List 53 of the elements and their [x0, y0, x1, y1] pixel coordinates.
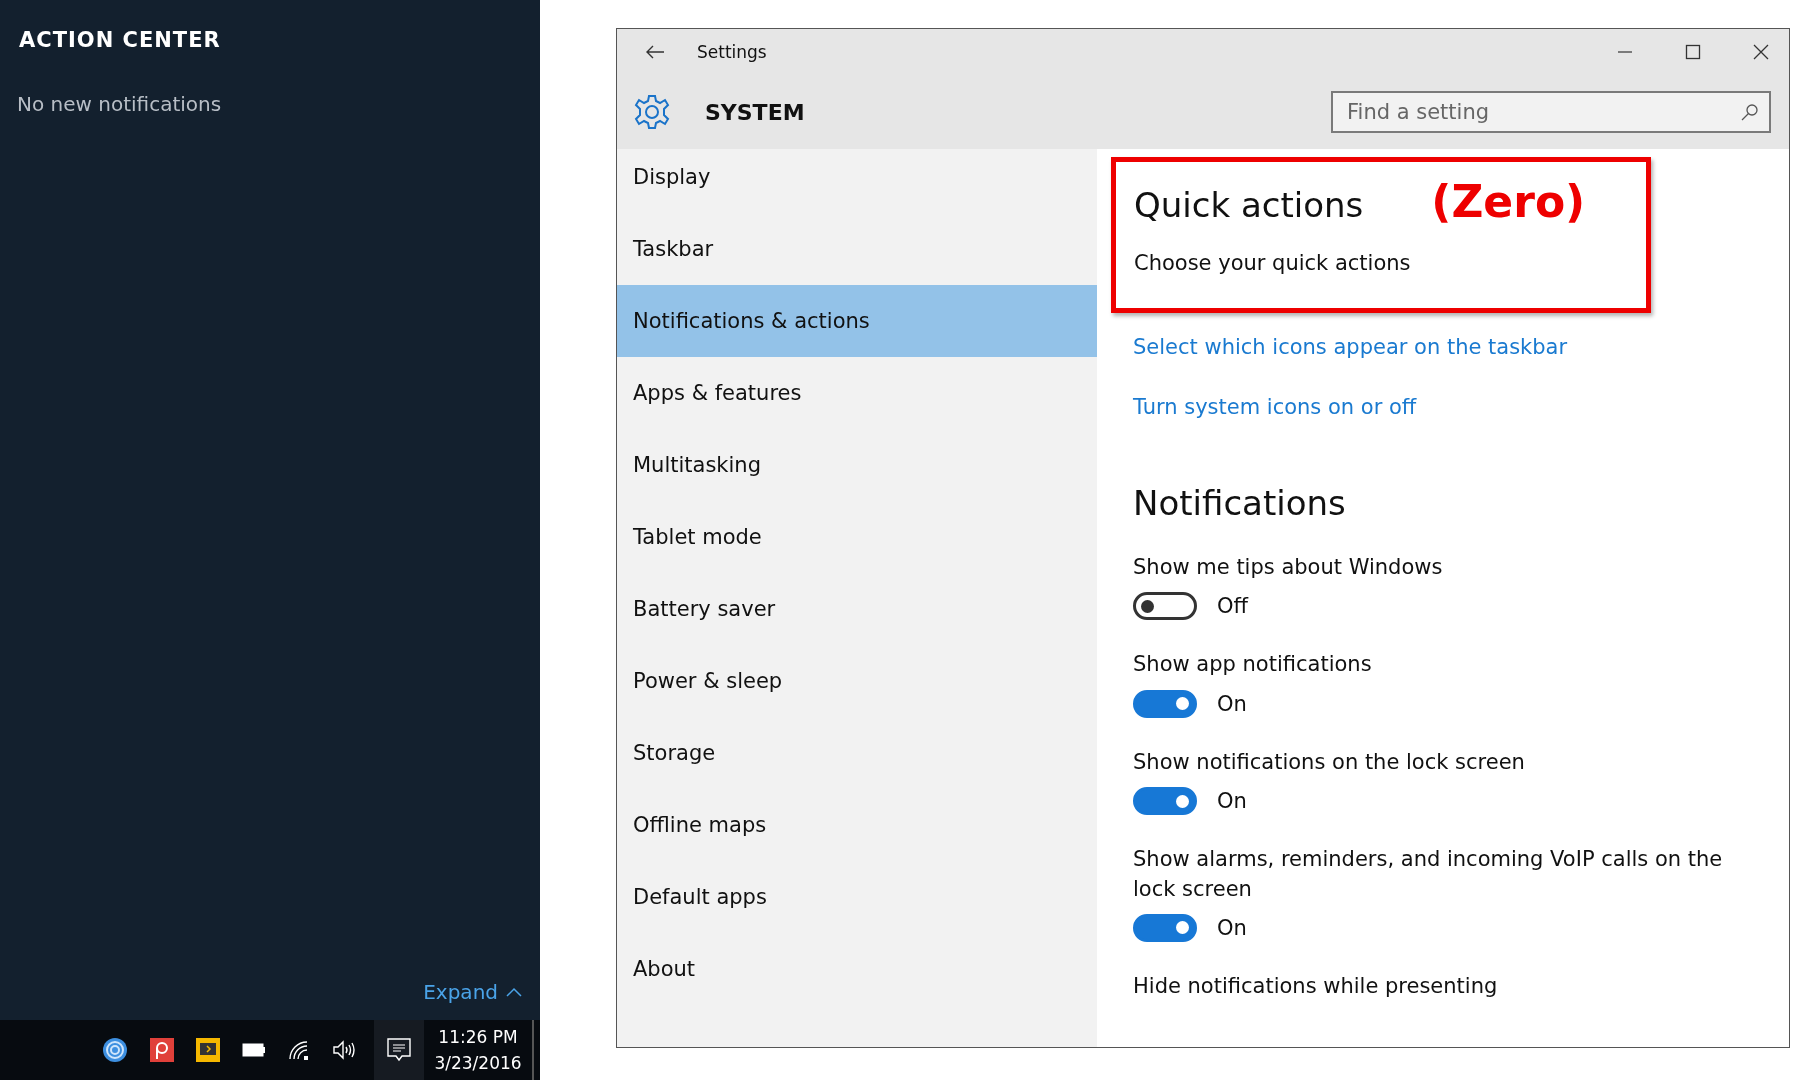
clock-date: 3/23/2016: [434, 1053, 522, 1073]
message-icon[interactable]: [386, 1037, 412, 1063]
panel-title: ACTION CENTER: [18, 27, 222, 52]
caret-up-icon: [506, 987, 522, 997]
annotation-label: (Zero): [1431, 176, 1586, 227]
toggle-state: On: [1217, 691, 1247, 716]
setting-label: Hide notifications while presenting: [1133, 972, 1498, 1000]
search-icon: [1741, 103, 1759, 121]
battery-icon[interactable]: [242, 1043, 266, 1057]
section-heading: Notifications: [1133, 483, 1346, 523]
sidebar-item[interactable]: Taskbar: [617, 213, 1097, 285]
sidebar-item[interactable]: Multitasking: [617, 429, 1097, 501]
media-app-icon[interactable]: [196, 1038, 220, 1062]
page-heading: Quick actions: [1134, 185, 1364, 225]
window-title: Settings: [697, 42, 767, 62]
settings-link[interactable]: Select which icons appear on the taskbar: [1133, 335, 1568, 359]
search-field[interactable]: Find a setting: [1331, 91, 1771, 133]
settings-icon: [633, 93, 671, 131]
settings-link[interactable]: Turn system icons on or off: [1133, 395, 1417, 419]
sidebar-item[interactable]: Battery saver: [617, 573, 1097, 645]
sidebar-item[interactable]: Offline maps: [617, 789, 1097, 861]
sidebar-item[interactable]: Tablet mode: [617, 501, 1097, 573]
setting-label: Show app notifications: [1133, 651, 1372, 679]
setting-label: Show alarms, reminders, and incoming VoIP calls on the lock screen: [1133, 846, 1724, 903]
toggle-switch[interactable]: [1133, 913, 1197, 942]
speaker-icon[interactable]: [332, 1040, 356, 1060]
maximize-icon[interactable]: [1685, 44, 1701, 60]
close-icon[interactable]: [1753, 44, 1769, 60]
wifi-icon[interactable]: [288, 1040, 310, 1060]
sidebar-item[interactable]: Default apps: [617, 861, 1097, 933]
subtitle: Choose your quick actions: [1134, 251, 1412, 275]
clock-time: 11:26 PM: [438, 1027, 518, 1047]
back-arrow-icon[interactable]: [645, 44, 665, 60]
sidebar-item[interactable]: Storage: [617, 717, 1097, 789]
sidebar-item[interactable]: Power & sleep: [617, 645, 1097, 717]
section-title: SYSTEM: [705, 99, 805, 125]
empty-message: No new notifications: [16, 91, 223, 116]
sidebar-item[interactable]: About: [617, 933, 1097, 1005]
setting-label: Show me tips about Windows: [1133, 554, 1443, 581]
toggle-state: On: [1217, 915, 1247, 940]
toggle-switch[interactable]: [1133, 787, 1197, 816]
toggle-switch[interactable]: [1133, 689, 1197, 718]
p-app-icon[interactable]: [150, 1038, 174, 1062]
setting-label: Show notifications on the lock screen: [1133, 748, 1525, 776]
toggle-state: On: [1217, 789, 1247, 814]
expand-button[interactable]: Expand: [419, 976, 526, 1008]
toggle-state: Off: [1217, 594, 1248, 619]
circle-app-icon[interactable]: [102, 1037, 128, 1063]
sidebar-item[interactable]: Display: [617, 141, 1097, 213]
sidebar-item[interactable]: Apps & features: [617, 357, 1097, 429]
toggle-switch[interactable]: [1133, 592, 1197, 621]
clock[interactable]: 11:26 PM 3/23/2016: [424, 1020, 534, 1080]
sidebar-item[interactable]: Notifications & actions: [617, 285, 1097, 357]
